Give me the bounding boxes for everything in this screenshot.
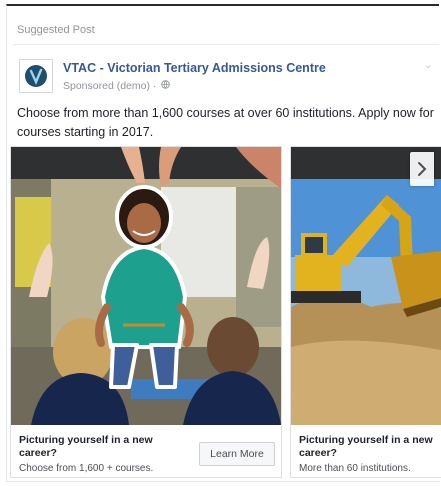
card-image-excavator[interactable]: [291, 147, 441, 425]
card-title[interactable]: Picturing yourself in a new career?: [299, 434, 441, 460]
sponsored-label[interactable]: Sponsored (demo) ·: [63, 80, 159, 92]
suggested-post-label: Suggested Post: [17, 24, 95, 36]
chevron-right-icon: [418, 162, 427, 176]
globe-icon: [161, 80, 171, 89]
carousel-next-button[interactable]: [410, 152, 434, 186]
page-name-link[interactable]: VTAC - Victorian Tertiary Admissions Cen…: [63, 61, 326, 75]
page-avatar[interactable]: [19, 59, 53, 93]
learn-more-button[interactable]: Learn More: [199, 442, 275, 466]
chevron-down-icon[interactable]: ⌄: [424, 58, 433, 71]
post-text: Choose from more than 1,600 courses at o…: [17, 106, 434, 139]
header-divider: [13, 44, 439, 45]
carousel-card-2[interactable]: Picturing yourself in a new career? More…: [290, 146, 441, 478]
card-image-student[interactable]: [11, 147, 281, 425]
card-description: Choose from 1,600 + courses.: [19, 463, 154, 474]
ad-carousel: Picturing yourself in a new career? Choo…: [10, 146, 441, 484]
card-description: More than 60 institutions.: [299, 463, 411, 474]
carousel-card-1[interactable]: Picturing yourself in a new career? Choo…: [10, 146, 282, 478]
card-title[interactable]: Picturing yourself in a new career?: [19, 434, 169, 460]
vtac-logo-icon: [25, 65, 47, 87]
sponsored-meta[interactable]: Sponsored (demo) ·: [63, 80, 171, 92]
